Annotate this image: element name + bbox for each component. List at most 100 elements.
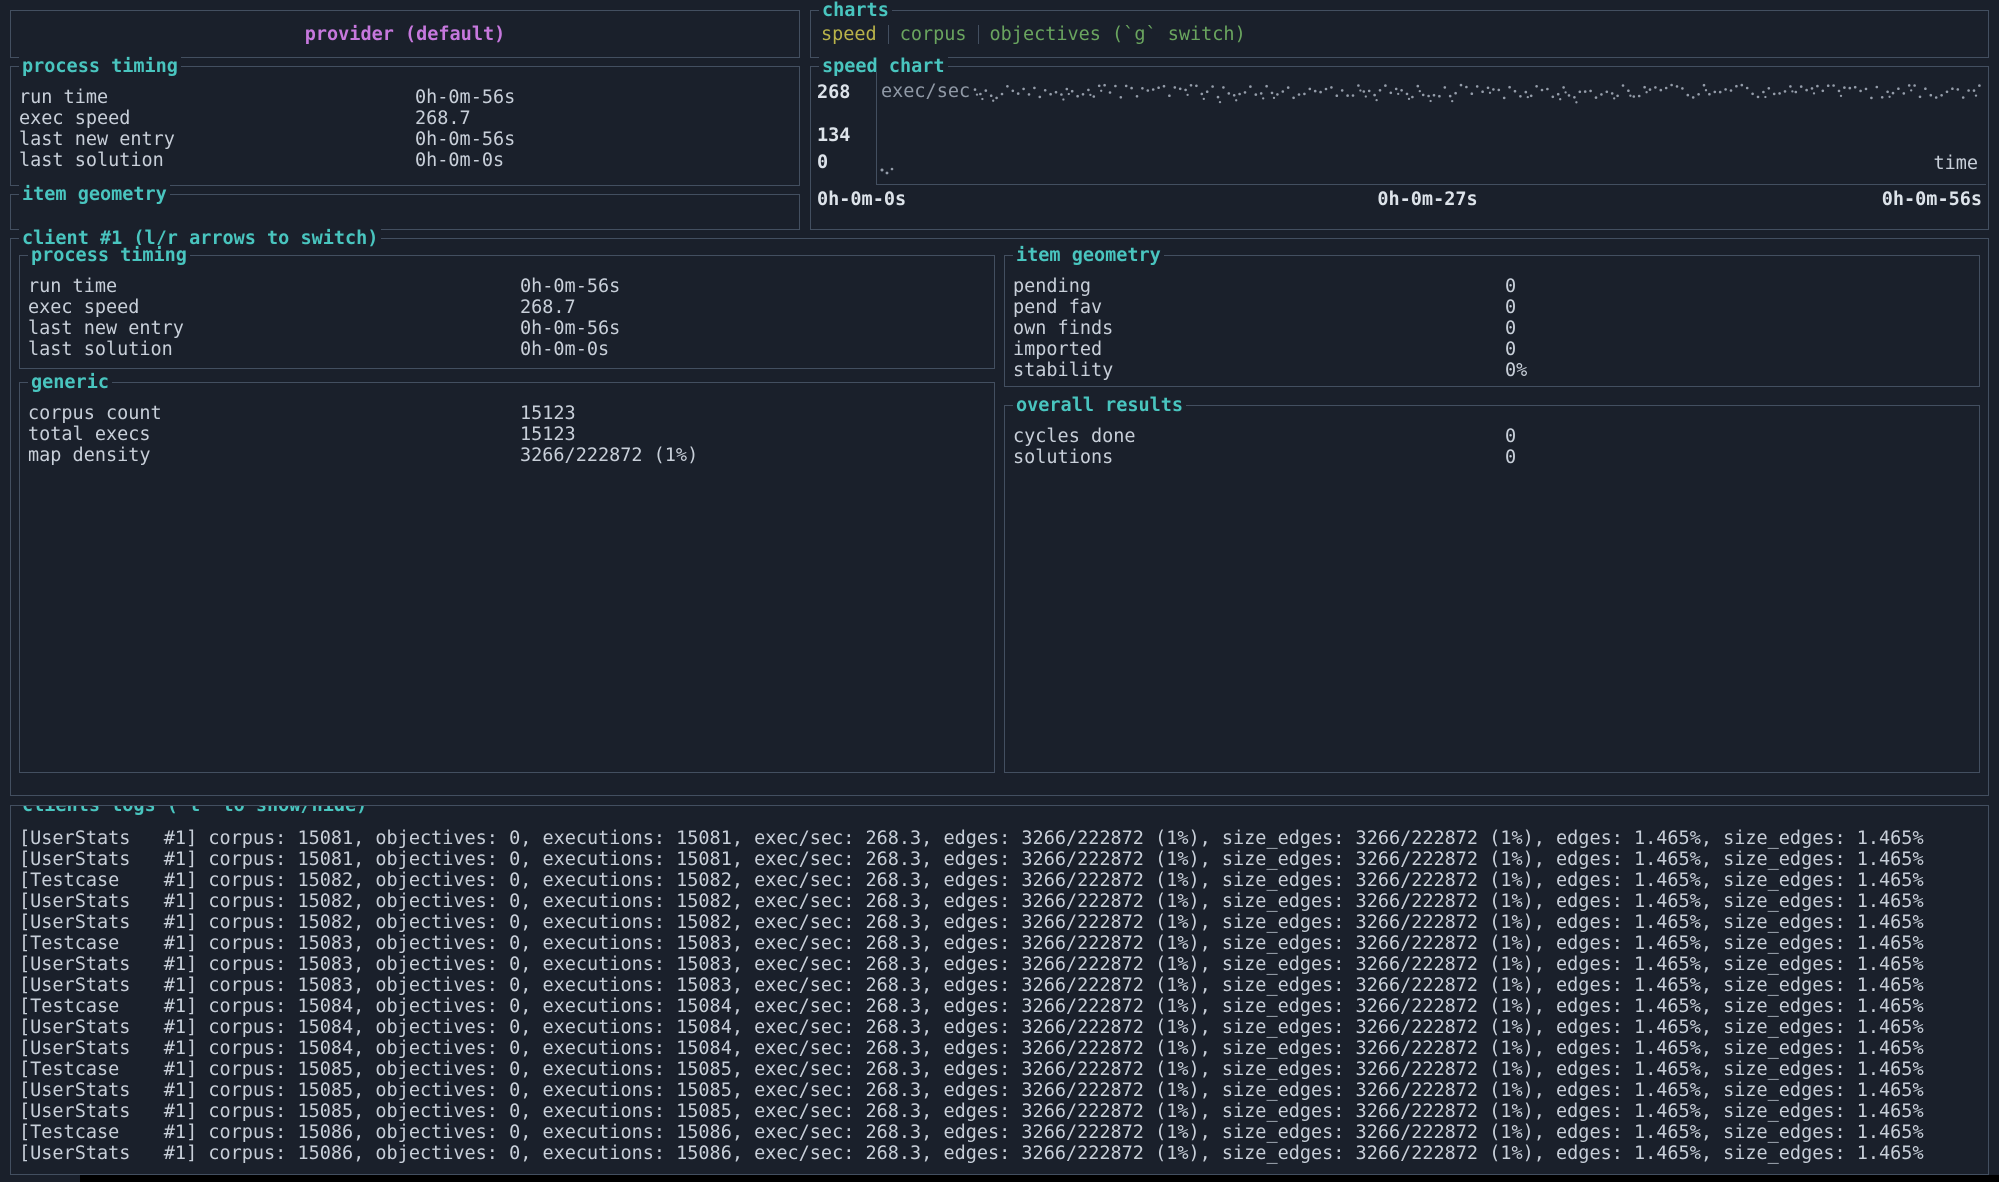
- speed-chart-plot-area: exec/sec time: [877, 72, 1986, 185]
- client-overall-results-title: overall results: [1013, 395, 1186, 416]
- provider-panel: provider (default): [10, 10, 800, 58]
- stat-label: last new entry: [28, 318, 520, 339]
- y-tick-mid: 134: [817, 125, 850, 146]
- log-line: [UserStats #1] corpus: 15084, objectives…: [19, 1017, 1980, 1038]
- log-line: [Testcase #1] corpus: 15084, objectives:…: [19, 996, 1980, 1017]
- stat-value: 0: [1505, 297, 1516, 318]
- item-geometry-panel: item geometry: [10, 194, 800, 230]
- stat-list: corpus count 15123 total execs 15123 map…: [20, 403, 994, 466]
- stat-row: cycles done 0: [1005, 426, 1979, 447]
- stat-value: 0: [1505, 276, 1516, 297]
- series-label: exec/sec: [881, 81, 970, 102]
- stat-value: 0: [1505, 426, 1516, 447]
- client-process-timing-title: process timing: [28, 245, 190, 266]
- stat-value: 0h-0m-56s: [415, 129, 515, 150]
- client-item-geometry-panel: item geometry pending 0 pend fav 0: [1004, 255, 1980, 387]
- speed-chart-body: 268 134 0 exec/sec time: [813, 72, 1986, 185]
- log-line: [UserStats #1] corpus: 15082, objectives…: [19, 891, 1980, 912]
- x-tick-start: 0h-0m-0s: [817, 189, 906, 210]
- log-line: [Testcase #1] corpus: 15086, objectives:…: [19, 1122, 1980, 1143]
- log-line: [Testcase #1] corpus: 15082, objectives:…: [19, 870, 1980, 891]
- tab-corpus[interactable]: corpus: [900, 24, 967, 45]
- stat-row: own finds 0: [1005, 318, 1979, 339]
- stat-row: last solution 0h-0m-0s: [20, 339, 994, 360]
- process-timing-panel: process timing run time 0h-0m-56s exec s…: [10, 66, 800, 186]
- stat-row: solutions 0: [1005, 447, 1979, 468]
- stat-label: total execs: [28, 424, 520, 445]
- stat-label: imported: [1013, 339, 1505, 360]
- stat-list: run time 0h-0m-56s exec speed 268.7 last…: [11, 87, 799, 171]
- stat-label: run time: [19, 87, 415, 108]
- log-line: [Testcase #1] corpus: 15083, objectives:…: [19, 933, 1980, 954]
- log-lines: [UserStats #1] corpus: 15081, objectives…: [19, 828, 1980, 1164]
- tab-divider-icon: [888, 25, 889, 44]
- log-line: [UserStats #1] corpus: 15084, objectives…: [19, 1038, 1980, 1059]
- process-timing-title: process timing: [19, 56, 181, 77]
- tab-objectives[interactable]: objectives (`g` switch): [990, 24, 1246, 45]
- stat-row: last new entry 0h-0m-56s: [11, 129, 799, 150]
- log-line: [UserStats #1] corpus: 15082, objectives…: [19, 912, 1980, 933]
- stat-label: map density: [28, 445, 520, 466]
- stat-value: 0%: [1505, 360, 1527, 381]
- stat-value: 0h-0m-0s: [520, 339, 609, 360]
- clients-logs-title: clients logs (`t` to show/hide): [19, 805, 370, 816]
- stat-row: exec speed 268.7: [20, 297, 994, 318]
- client-left-column: process timing run time 0h-0m-56s exec s…: [19, 255, 995, 773]
- log-line: [Testcase #1] corpus: 15085, objectives:…: [19, 1059, 1980, 1080]
- charts-panel: charts speed corpus objectives (`g` swit…: [810, 10, 1989, 58]
- stat-label: stability: [1013, 360, 1505, 381]
- log-line: [UserStats #1] corpus: 15081, objectives…: [19, 828, 1980, 849]
- stat-row: imported 0: [1005, 339, 1979, 360]
- stat-value: 15123: [520, 403, 576, 424]
- tab-speed[interactable]: speed: [821, 24, 877, 45]
- client-process-timing-panel: process timing run time 0h-0m-56s exec s…: [19, 255, 995, 369]
- top-row: provider (default) charts speed corpus o…: [10, 10, 1989, 58]
- client-panel[interactable]: client #1 (l/r arrows to switch) process…: [10, 238, 1989, 796]
- stat-label: last solution: [28, 339, 520, 360]
- bottom-strip: [80, 1175, 1999, 1182]
- stat-row: exec speed 268.7: [11, 108, 799, 129]
- stat-row: run time 0h-0m-56s: [20, 276, 994, 297]
- stat-list: pending 0 pend fav 0 own finds 0: [1005, 276, 1979, 381]
- stat-row: pending 0: [1005, 276, 1979, 297]
- stat-label: exec speed: [28, 297, 520, 318]
- x-tick-mid: 0h-0m-27s: [1377, 189, 1477, 210]
- stat-value: 0: [1505, 447, 1516, 468]
- stat-row: map density 3266/222872 (1%): [20, 445, 994, 466]
- speed-chart-x-axis: 0h-0m-0s 0h-0m-27s 0h-0m-56s: [813, 185, 1986, 227]
- stat-value: 15123: [520, 424, 576, 445]
- stat-label: corpus count: [28, 403, 520, 424]
- stat-label: last new entry: [19, 129, 415, 150]
- log-line: [UserStats #1] corpus: 15085, objectives…: [19, 1101, 1980, 1122]
- global-stats-column: process timing run time 0h-0m-56s exec s…: [10, 66, 800, 230]
- stat-label: pending: [1013, 276, 1505, 297]
- charts-panel-title: charts: [819, 0, 892, 21]
- stat-value: 3266/222872 (1%): [520, 445, 698, 466]
- terminal-screen: provider (default) charts speed corpus o…: [0, 0, 1999, 1182]
- log-line: [UserStats #1] corpus: 15085, objectives…: [19, 1080, 1980, 1101]
- y-tick-min: 0: [817, 152, 828, 173]
- stat-value: 0h-0m-56s: [520, 276, 620, 297]
- client-grid: process timing run time 0h-0m-56s exec s…: [19, 255, 1980, 773]
- stat-label: pend fav: [1013, 297, 1505, 318]
- log-line: [UserStats #1] corpus: 15083, objectives…: [19, 954, 1980, 975]
- stat-label: solutions: [1013, 447, 1505, 468]
- stat-row: pend fav 0: [1005, 297, 1979, 318]
- x-axis-label: time: [1933, 153, 1978, 174]
- chart-tabs: speed corpus objectives (`g` switch): [811, 24, 1246, 45]
- provider-title: provider (default): [305, 24, 505, 45]
- stat-row: last solution 0h-0m-0s: [11, 150, 799, 171]
- log-line: [UserStats #1] corpus: 15086, objectives…: [19, 1143, 1980, 1164]
- clients-logs-panel[interactable]: clients logs (`t` to show/hide) [UserSta…: [10, 805, 1989, 1175]
- client-item-geometry-title: item geometry: [1013, 245, 1164, 266]
- stat-label: exec speed: [19, 108, 415, 129]
- stat-row: last new entry 0h-0m-56s: [20, 318, 994, 339]
- log-line: [UserStats #1] corpus: 15083, objectives…: [19, 975, 1980, 996]
- stat-list: run time 0h-0m-56s exec speed 268.7 last…: [20, 276, 994, 360]
- stat-row: total execs 15123: [20, 424, 994, 445]
- stat-row: run time 0h-0m-56s: [11, 87, 799, 108]
- y-tick-max: 268: [817, 82, 850, 103]
- client-overall-results-panel: overall results cycles done 0 solutions …: [1004, 405, 1980, 773]
- stat-label: own finds: [1013, 318, 1505, 339]
- stat-value: 0: [1505, 318, 1516, 339]
